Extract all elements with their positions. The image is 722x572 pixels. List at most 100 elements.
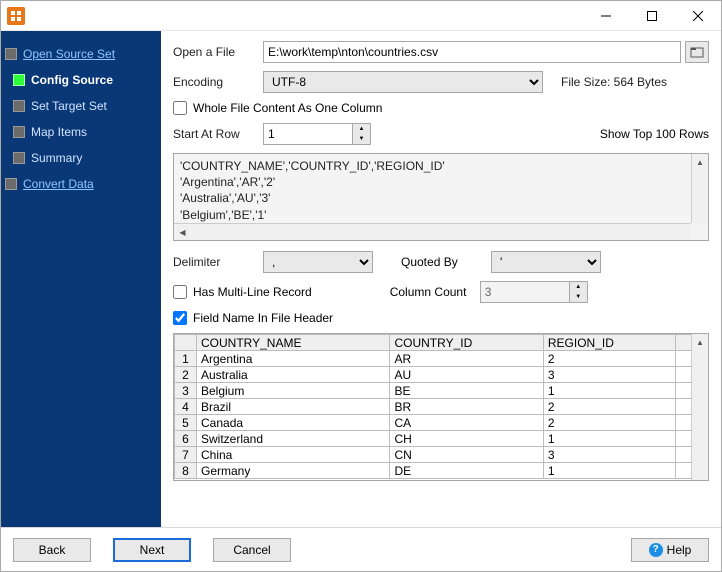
file-preview: 'COUNTRY_NAME','COUNTRY_ID','REGION_ID''…: [173, 153, 709, 241]
preview-scrollbar-h[interactable]: ◀: [174, 223, 691, 240]
multiline-checkbox[interactable]: Has Multi-Line Record: [173, 285, 312, 299]
table-row[interactable]: 7ChinaCN3: [175, 447, 692, 463]
cancel-button[interactable]: Cancel: [213, 538, 291, 562]
spin-up-icon: ▲: [570, 282, 587, 292]
column-count-input: [480, 281, 570, 303]
encoding-select[interactable]: UTF-8: [263, 71, 543, 93]
cell: 2: [543, 399, 676, 415]
cell: Belgium: [197, 383, 390, 399]
content-panel: Open a File Encoding UTF-8 File Size: 56…: [161, 31, 721, 527]
data-grid: COUNTRY_NAMECOUNTRY_IDREGION_ID1Argentin…: [173, 333, 709, 481]
spin-up-icon[interactable]: ▲: [353, 124, 370, 134]
titlebar: [1, 1, 721, 31]
cell: 1: [543, 383, 676, 399]
preview-line: 'Australia','AU','3': [180, 190, 702, 206]
start-row-spinner[interactable]: ▲▼: [263, 123, 371, 145]
column-header[interactable]: COUNTRY_ID: [390, 335, 543, 351]
field-header-checkbox[interactable]: Field Name In File Header: [173, 311, 333, 325]
file-path-input[interactable]: [263, 41, 681, 63]
row-number: 3: [175, 383, 197, 399]
app-icon: [7, 7, 25, 25]
cell: Switzerland: [197, 431, 390, 447]
step-open-source-set[interactable]: Open Source Set: [5, 41, 157, 67]
column-count-label: Column Count: [390, 285, 480, 299]
wizard-footer: Back Next Cancel ?Help: [1, 527, 721, 571]
step-set-target-set[interactable]: Set Target Set: [13, 93, 157, 119]
table-row[interactable]: 4BrazilBR2: [175, 399, 692, 415]
cell: AU: [390, 367, 543, 383]
row-number: 5: [175, 415, 197, 431]
file-size-label: File Size: 564 Bytes: [561, 75, 667, 89]
cell: 1: [543, 431, 676, 447]
cell: BR: [390, 399, 543, 415]
row-number: 4: [175, 399, 197, 415]
multiline-label: Has Multi-Line Record: [193, 285, 312, 299]
cell: China: [197, 447, 390, 463]
step-label: Map Items: [31, 125, 87, 139]
step-label: Open Source Set: [23, 47, 115, 61]
cell: Germany: [197, 463, 390, 479]
delimiter-select[interactable]: ,: [263, 251, 373, 273]
spin-down-icon[interactable]: ▼: [353, 134, 370, 144]
delimiter-label: Delimiter: [173, 255, 263, 269]
row-number: 8: [175, 463, 197, 479]
whole-file-checkbox[interactable]: Whole File Content As One Column: [173, 101, 382, 115]
back-button[interactable]: Back: [13, 538, 91, 562]
column-header[interactable]: REGION_ID: [543, 335, 676, 351]
row-number: 1: [175, 351, 197, 367]
cell: Brazil: [197, 399, 390, 415]
encoding-label: Encoding: [173, 75, 263, 89]
cell: 1: [543, 463, 676, 479]
start-row-label: Start At Row: [173, 127, 263, 141]
show-top-label: Show Top 100 Rows: [600, 127, 709, 141]
cell: 3: [543, 367, 676, 383]
table-row[interactable]: 6SwitzerlandCH1: [175, 431, 692, 447]
table-row[interactable]: 1ArgentinaAR2: [175, 351, 692, 367]
maximize-button[interactable]: [629, 1, 675, 31]
table-row[interactable]: 3BelgiumBE1: [175, 383, 692, 399]
step-label: Summary: [31, 151, 82, 165]
cell: 2: [543, 415, 676, 431]
column-header[interactable]: COUNTRY_NAME: [197, 335, 390, 351]
cell: CN: [390, 447, 543, 463]
table-row[interactable]: 2AustraliaAU3: [175, 367, 692, 383]
next-button[interactable]: Next: [113, 538, 191, 562]
step-map-items[interactable]: Map Items: [13, 119, 157, 145]
grid-scrollbar-v[interactable]: ▲: [691, 334, 708, 480]
wizard-sidebar: Open Source Set Config Source Set Target…: [1, 31, 161, 527]
start-row-input[interactable]: [263, 123, 353, 145]
minimize-button[interactable]: [583, 1, 629, 31]
quoted-select[interactable]: ': [491, 251, 601, 273]
column-count-spinner: ▲▼: [480, 281, 588, 303]
browse-button[interactable]: [685, 41, 709, 63]
preview-line: 'Argentina','AR','2': [180, 174, 702, 190]
cell: DE: [390, 463, 543, 479]
row-number: 6: [175, 431, 197, 447]
row-number: 2: [175, 367, 197, 383]
step-summary[interactable]: Summary: [13, 145, 157, 171]
folder-open-icon: [690, 45, 704, 59]
help-icon: ?: [649, 543, 663, 557]
step-label: Set Target Set: [31, 99, 107, 113]
field-header-label: Field Name In File Header: [193, 311, 333, 325]
preview-line: 'Belgium','BE','1': [180, 207, 702, 223]
cell: 3: [543, 447, 676, 463]
preview-line: 'COUNTRY_NAME','COUNTRY_ID','REGION_ID': [180, 158, 702, 174]
step-convert-data[interactable]: Convert Data: [5, 171, 157, 197]
preview-scrollbar-v[interactable]: ▲: [691, 154, 708, 223]
help-button[interactable]: ?Help: [631, 538, 709, 562]
step-label: Convert Data: [23, 177, 94, 191]
table-row[interactable]: 8GermanyDE1: [175, 463, 692, 479]
cell: Australia: [197, 367, 390, 383]
quoted-label: Quoted By: [401, 255, 491, 269]
open-file-label: Open a File: [173, 45, 263, 59]
cell: CA: [390, 415, 543, 431]
cell: 2: [543, 351, 676, 367]
row-number: 7: [175, 447, 197, 463]
spin-down-icon: ▼: [570, 292, 587, 302]
whole-file-label: Whole File Content As One Column: [193, 101, 382, 115]
cell: CH: [390, 431, 543, 447]
table-row[interactable]: 5CanadaCA2: [175, 415, 692, 431]
close-button[interactable]: [675, 1, 721, 31]
step-config-source[interactable]: Config Source: [13, 67, 157, 93]
